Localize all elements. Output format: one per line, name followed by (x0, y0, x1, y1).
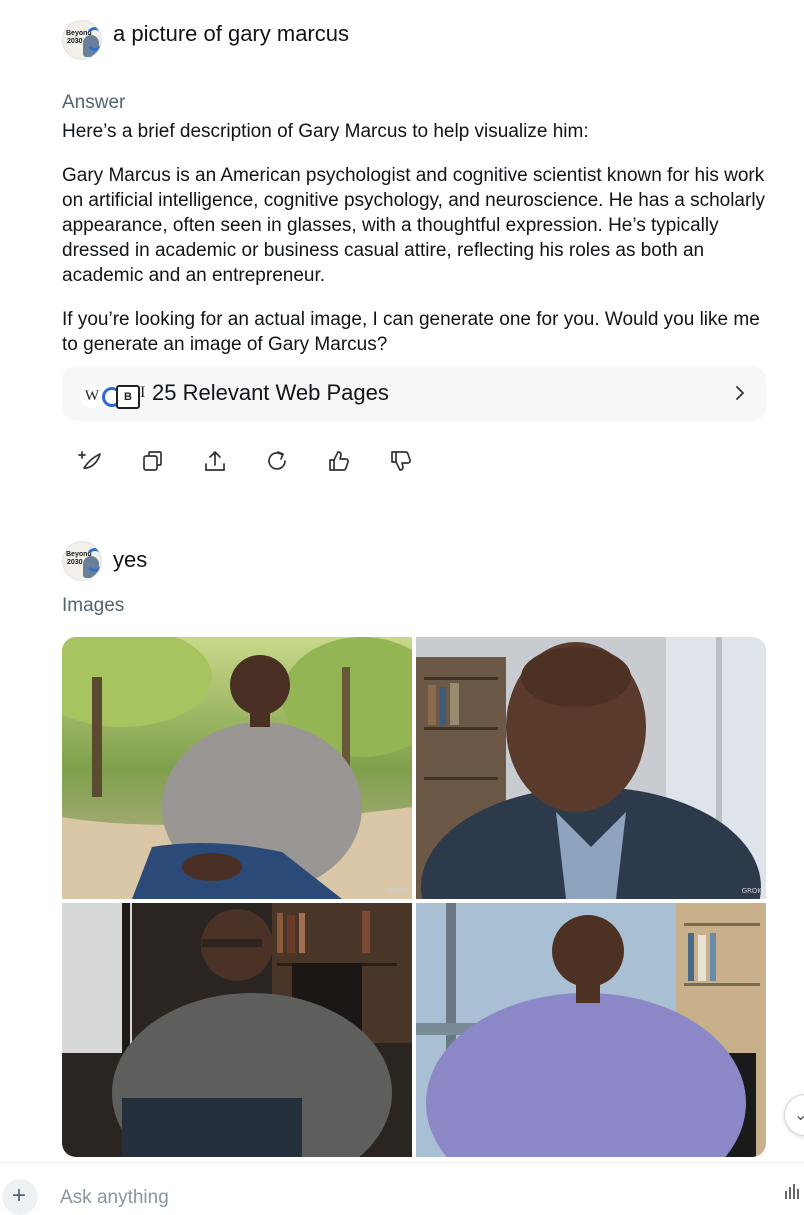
web-sources-label: 25 Relevant Web Pages (152, 380, 389, 405)
plus-icon: + (12, 1182, 27, 1209)
avatar-text-line2: 2030 (67, 559, 83, 566)
generated-image-3[interactable] (62, 903, 412, 1157)
refresh-icon[interactable] (264, 448, 292, 476)
user-message: a picture of gary marcus (113, 21, 349, 46)
user-avatar[interactable]: Beyond 2030 (62, 20, 102, 60)
thumbs-down-icon[interactable] (388, 448, 416, 476)
generated-image-4[interactable] (416, 903, 766, 1157)
attach-button[interactable]: + (2, 1179, 38, 1215)
answer-label: Answer (62, 92, 126, 113)
avatar-logo-swirl (85, 27, 101, 51)
user-avatar[interactable]: Beyond 2030 (62, 541, 102, 581)
scroll-down-button[interactable]: ⌄ (784, 1094, 804, 1136)
ask-input[interactable]: Ask anything (60, 1187, 169, 1209)
web-sources-button[interactable]: W B I 25 Relevant Web Pages (62, 366, 766, 421)
voice-bars-icon[interactable] (784, 1183, 800, 1201)
answer-paragraph-3: If you’re looking for an actual image, I… (62, 309, 760, 355)
source-b-logo-icon: B (116, 385, 140, 409)
avatar-text-line2: 2030 (67, 38, 83, 45)
source-logos: W B I (80, 382, 156, 409)
image-watermark: GROK (387, 887, 408, 895)
image-watermark: GROK (741, 887, 762, 895)
images-label: Images (62, 595, 125, 616)
answer-paragraph-2: Gary Marcus is an American psychologist … (62, 165, 766, 286)
generated-image-1[interactable]: GROK (62, 637, 412, 899)
regenerate-sparkle-icon[interactable] (78, 448, 106, 476)
copy-icon[interactable] (140, 448, 168, 476)
generated-image-2[interactable]: GROK (416, 637, 766, 899)
user-message: yes (113, 547, 148, 572)
composer-bar: + Ask anything (0, 1162, 804, 1215)
source-i-logo-icon: I (140, 384, 146, 401)
generated-images-grid: GROK GROK (62, 637, 766, 1157)
answer-paragraph-1: Here’s a brief description of Gary Marcu… (62, 121, 589, 142)
avatar-logo-swirl (85, 548, 101, 572)
answer-actions (78, 448, 418, 476)
chevron-down-icon: ⌄ (794, 1107, 804, 1124)
chevron-right-icon (730, 383, 750, 403)
thumbs-up-icon[interactable] (326, 448, 354, 476)
share-icon[interactable] (202, 448, 230, 476)
